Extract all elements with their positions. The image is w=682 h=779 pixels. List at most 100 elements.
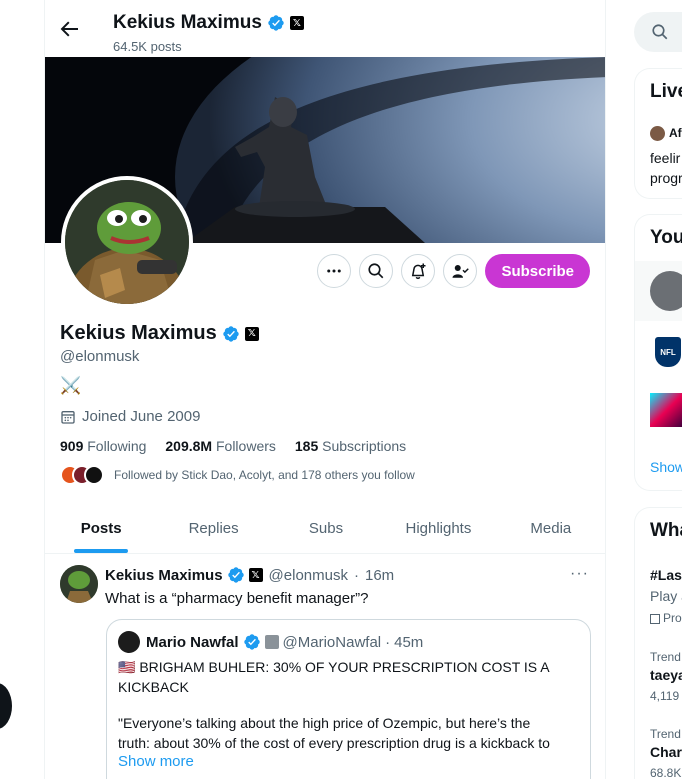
x-affiliate-icon: 𝕏	[289, 16, 304, 30]
profile-name-text: Kekius Maximus	[60, 322, 217, 344]
who-to-follow-title: You	[650, 227, 682, 248]
quoted-tweet[interactable]: Mario Nawfal @MarioNawfal · 45m 🇺🇸 BRIGH…	[106, 619, 591, 779]
quote-text-line: truth: about 30% of the cost of every pr…	[118, 735, 550, 751]
search-icon	[368, 263, 384, 279]
tab-media[interactable]: Media	[495, 504, 605, 553]
avatar	[650, 126, 665, 141]
trend-name[interactable]: #Las	[650, 567, 682, 583]
calendar-icon	[61, 410, 75, 424]
following-link[interactable]: 909 Following	[60, 438, 146, 454]
person-check-icon	[452, 265, 470, 278]
profile-bio: ⚔️	[60, 376, 82, 395]
tweet-handle[interactable]: @elonmusk	[269, 567, 348, 584]
who-to-follow-card: You NFL Show	[634, 214, 682, 491]
profile-column: Kekius Maximus 𝕏 64.5K posts Subscribe K…	[44, 0, 606, 779]
quote-avatar	[118, 631, 140, 653]
subscriptions-link[interactable]: 185 Subscriptions	[295, 438, 406, 454]
avatar-image	[65, 180, 189, 304]
subscribe-button[interactable]: Subscribe	[485, 254, 590, 288]
verified-badge-icon	[243, 634, 260, 650]
verified-badge-icon	[227, 567, 244, 583]
quote-author-name: Mario Nawfal	[146, 633, 239, 651]
quote-handle: @MarioNawfal	[282, 633, 382, 651]
show-more-link[interactable]: Show	[650, 459, 682, 475]
premier-league-logo-icon[interactable]	[650, 393, 682, 427]
tab-replies[interactable]: Replies	[157, 504, 269, 553]
tweet-avatar[interactable]	[60, 565, 98, 603]
quote-header: Mario Nawfal @MarioNawfal · 45m	[118, 631, 423, 653]
promoted-icon	[650, 613, 660, 624]
affiliate-badge-icon	[264, 635, 279, 649]
live-user[interactable]: Af	[669, 126, 682, 140]
trend-name[interactable]: taeya	[650, 667, 682, 683]
trend-name[interactable]: Char	[650, 744, 682, 760]
following-count: 909	[60, 438, 84, 454]
notifications-button[interactable]	[401, 254, 436, 288]
top-bar: Kekius Maximus 𝕏 64.5K posts	[45, 0, 605, 57]
trend-count: 4,119 p	[650, 689, 682, 703]
whats-happening-title: Wha	[650, 520, 682, 541]
back-arrow-icon[interactable]	[57, 17, 81, 41]
search-icon	[652, 24, 668, 40]
subscriptions-label: Subscriptions	[322, 438, 407, 454]
nfl-logo-icon[interactable]: NFL	[655, 337, 681, 367]
joined-text: Joined June 2009	[82, 408, 201, 425]
more-options-button[interactable]	[317, 254, 352, 288]
follower-avatars	[60, 465, 104, 485]
tweet[interactable]: Kekius Maximus 𝕏 @elonmusk · 16m ··· Wha…	[45, 555, 605, 779]
tab-highlights[interactable]: Highlights	[382, 504, 494, 553]
quote-text-line: "Everyone’s talking about the high price…	[118, 715, 531, 731]
followed-by[interactable]: Followed by Stick Dao, Acolyt, and 178 o…	[60, 465, 415, 485]
header-name: Kekius Maximus	[113, 12, 262, 33]
followed-by-text: Followed by Stick Dao, Acolyt, and 178 o…	[114, 468, 415, 482]
quote-text-line: 🇺🇸 BRIGHAM BUHLER: 30% OF YOUR PRESCRIPT…	[118, 659, 550, 675]
quote-text-line: KICKBACK	[118, 679, 189, 695]
show-more-link[interactable]: Show more	[118, 753, 194, 770]
x-affiliate-icon[interactable]: 𝕏	[244, 326, 259, 341]
avatar	[84, 465, 104, 485]
quote-time: 45m	[394, 633, 424, 651]
profile-tabs: Posts Replies Subs Highlights Media	[45, 504, 605, 554]
whats-happening-card: Wha #Las Play a Pro Trend taeya 4,119 p …	[634, 507, 682, 779]
trend-label: Trend	[650, 727, 681, 741]
floating-button[interactable]	[0, 683, 12, 729]
header-posts-count: 64.5K posts	[113, 39, 182, 54]
search-profile-button[interactable]	[359, 254, 394, 288]
profile-name: Kekius Maximus 𝕏	[60, 322, 259, 345]
verified-badge-icon[interactable]	[222, 325, 240, 343]
following-label: Following	[87, 438, 147, 454]
search-bar[interactable]	[634, 12, 682, 52]
following-button[interactable]	[443, 254, 478, 288]
live-title: Live	[650, 81, 682, 102]
profile-handle: @elonmusk	[60, 348, 140, 365]
live-text[interactable]: progr	[650, 170, 682, 186]
live-card: Live Af feelir progr	[634, 68, 682, 199]
tweet-dot: ·	[353, 566, 359, 584]
quote-dot: ·	[385, 633, 391, 651]
tweet-header: Kekius Maximus 𝕏 @elonmusk · 16m	[105, 566, 394, 584]
more-icon	[327, 269, 342, 273]
profile-avatar[interactable]	[61, 176, 193, 308]
x-affiliate-icon: 𝕏	[248, 568, 263, 582]
followers-label: Followers	[215, 438, 276, 454]
tweet-time[interactable]: 16m	[365, 567, 394, 584]
verified-badge-icon	[268, 15, 284, 31]
trend-count: 68.8K	[650, 766, 682, 779]
profile-actions: Subscribe	[317, 254, 590, 288]
profile-stats: 909 Following 209.8M Followers 185 Subsc…	[60, 438, 406, 454]
bell-plus-icon	[412, 263, 426, 280]
tweet-more-button[interactable]: ···	[570, 565, 589, 583]
promoted-text: Pro	[663, 611, 682, 625]
followers-count: 209.8M	[165, 438, 213, 454]
subscriptions-count: 185	[294, 438, 319, 454]
tab-posts[interactable]: Posts	[45, 504, 157, 553]
followers-link[interactable]: 209.8M Followers	[165, 438, 276, 454]
promoted-label: Pro	[650, 611, 682, 625]
avatar-image	[60, 565, 98, 603]
suggested-user-row[interactable]	[635, 261, 682, 321]
tweet-author-name[interactable]: Kekius Maximus	[105, 567, 223, 584]
live-text[interactable]: feelir	[650, 150, 680, 166]
tweet-text: What is a “pharmacy benefit manager”?	[105, 590, 369, 607]
tab-subs[interactable]: Subs	[270, 504, 382, 553]
avatar	[650, 271, 682, 311]
